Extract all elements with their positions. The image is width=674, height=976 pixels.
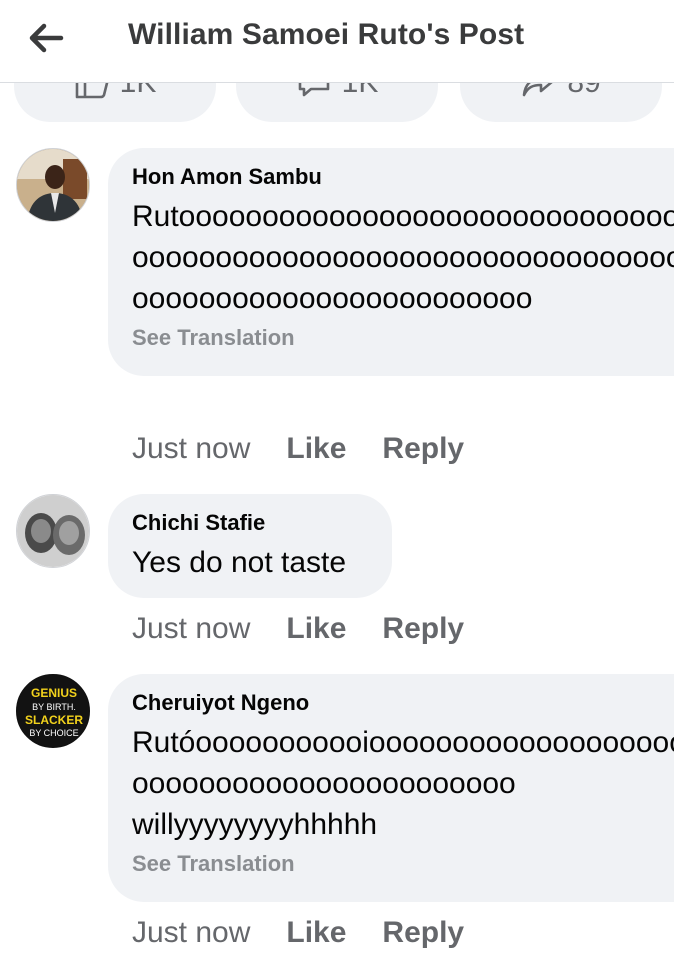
like-button[interactable]: Like: [286, 612, 346, 646]
comment-timestamp: Just now: [132, 612, 251, 645]
comment-author[interactable]: Chichi Stafie: [132, 510, 392, 536]
arrow-left-icon: [29, 23, 64, 53]
svg-text:BY BIRTH.: BY BIRTH.: [32, 702, 76, 712]
like-button[interactable]: Like: [286, 432, 346, 466]
comment-text-line: ooooooooooooooooooooooo: [132, 767, 516, 800]
back-button[interactable]: [22, 14, 70, 62]
reply-button[interactable]: Reply: [382, 916, 464, 950]
comment-text-line: willyyyyyyyyhhhhh: [132, 808, 378, 841]
avatar[interactable]: [16, 148, 90, 222]
comment-author[interactable]: Cheruiyot Ngeno: [132, 690, 674, 716]
comment-author[interactable]: Hon Amon Sambu: [132, 164, 674, 190]
profile-badge-image: GENIUS BY BIRTH. SLACKER BY CHOICE: [17, 675, 89, 747]
see-translation-link[interactable]: See Translation: [132, 325, 674, 351]
avatar[interactable]: GENIUS BY BIRTH. SLACKER BY CHOICE: [16, 674, 90, 748]
comment-actions: Just now Like Reply: [132, 612, 500, 646]
reply-button[interactable]: Reply: [382, 432, 464, 466]
like-button[interactable]: Like: [286, 916, 346, 950]
top-bar: William Samoei Ruto's Post: [0, 0, 674, 83]
comment-text-line: Yes do not taste: [132, 546, 347, 579]
svg-text:GENIUS: GENIUS: [31, 686, 77, 700]
comment-bubble[interactable]: Chichi Stafie Yes do not taste: [108, 494, 392, 598]
user-photo-icon: [17, 495, 89, 567]
comment-timestamp: Just now: [132, 916, 251, 949]
comment-text-line: oooooooooooooooooooooooo: [132, 282, 533, 315]
comment-text-line: oooooooooooooooooooooooooooooooooo: [132, 241, 674, 274]
comment-bubble[interactable]: Hon Amon Sambu Rutoooooooooooooooooooooo…: [108, 148, 674, 376]
comment-actions: Just now Like Reply: [132, 916, 500, 950]
comment-text-line: Rutoooooooooooooooooooooooooooooo: [132, 200, 674, 233]
reply-button[interactable]: Reply: [382, 612, 464, 646]
svg-text:BY CHOICE: BY CHOICE: [29, 728, 78, 738]
comment-timestamp: Just now: [132, 432, 251, 465]
avatar[interactable]: [16, 494, 90, 568]
user-photo-icon: [17, 149, 89, 221]
comment-actions: Just now Like Reply: [132, 432, 500, 466]
svg-text:SLACKER: SLACKER: [25, 713, 83, 727]
comment-text-line: Rutóooooooooooioooooooooooooooooooo: [132, 726, 674, 759]
see-translation-link[interactable]: See Translation: [132, 851, 674, 877]
comment-bubble[interactable]: Cheruiyot Ngeno Rutóooooooooooiooooooooo…: [108, 674, 674, 902]
page-title: William Samoei Ruto's Post: [128, 18, 525, 51]
